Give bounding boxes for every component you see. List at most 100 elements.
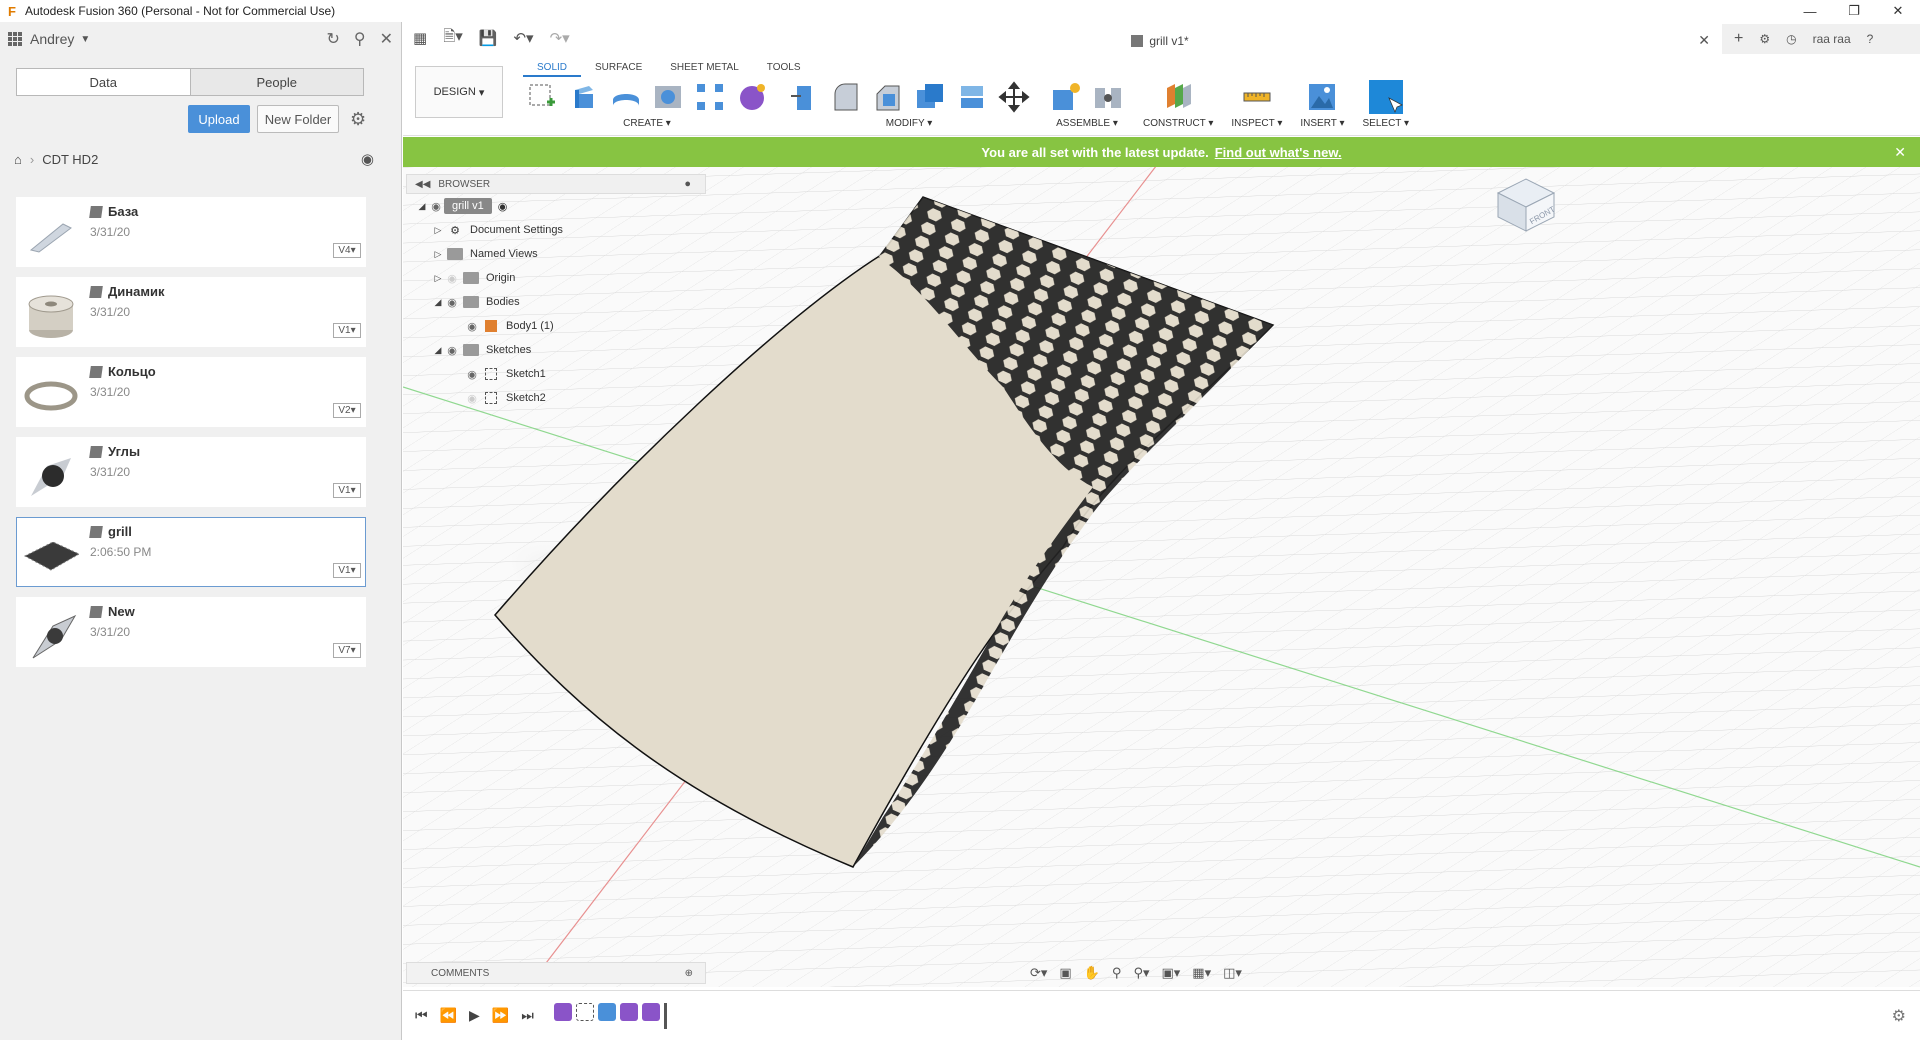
- refresh-icon[interactable]: ↻: [326, 29, 339, 49]
- timeline-feature-form2-icon[interactable]: [619, 1002, 638, 1021]
- tree-item-bodies[interactable]: ◢ ◉ Bodies: [406, 290, 706, 314]
- move-copy-icon[interactable]: [997, 80, 1031, 114]
- file-card-new[interactable]: New 3/31/20 V7 ▾: [16, 597, 366, 667]
- timeline-settings-icon[interactable]: ⚙: [1892, 1006, 1906, 1026]
- timeline-feature-sketch-icon[interactable]: [575, 1002, 594, 1021]
- step-back-icon[interactable]: ⏪: [440, 1007, 457, 1024]
- browser-options-icon[interactable]: ●: [684, 178, 691, 190]
- tree-item-document-settings[interactable]: ▷ ⚙ Document Settings: [406, 218, 706, 242]
- gear-icon[interactable]: ⚙: [350, 109, 366, 130]
- insert-menu[interactable]: INSERT ▾: [1300, 118, 1344, 129]
- visibility-eye-icon[interactable]: ◉: [464, 320, 480, 333]
- extrude-icon[interactable]: [567, 80, 601, 114]
- inspect-menu[interactable]: INSPECT ▾: [1231, 118, 1282, 129]
- version-dropdown[interactable]: V1 ▾: [333, 323, 361, 338]
- app-grid-icon[interactable]: [8, 32, 22, 46]
- assemble-menu[interactable]: ASSEMBLE ▾: [1056, 118, 1118, 129]
- select-menu[interactable]: SELECT ▾: [1363, 118, 1410, 129]
- look-at-icon[interactable]: ▣: [1059, 965, 1071, 981]
- go-to-end-icon[interactable]: ⏭: [521, 1007, 534, 1024]
- insert-canvas-icon[interactable]: [1305, 80, 1339, 114]
- visibility-eye-icon[interactable]: ◉: [464, 368, 480, 381]
- file-card-grill[interactable]: grill 2:06:50 PM V1 ▾: [16, 517, 366, 587]
- collapse-triangle-icon[interactable]: ◢: [432, 297, 444, 308]
- go-to-start-icon[interactable]: ⏮: [415, 1007, 428, 1024]
- modify-menu[interactable]: MODIFY ▾: [886, 118, 933, 129]
- play-icon[interactable]: ▶: [469, 1007, 480, 1024]
- job-status-icon[interactable]: ◷: [1786, 32, 1796, 46]
- expand-triangle-icon[interactable]: ▷: [432, 249, 444, 260]
- press-pull-icon[interactable]: [787, 80, 821, 114]
- redo-icon[interactable]: ↷▾: [550, 29, 570, 47]
- restore-button[interactable]: ❐: [1832, 0, 1876, 22]
- add-comment-icon[interactable]: ⊕: [685, 968, 693, 979]
- extensions-icon[interactable]: ⚙: [1759, 32, 1770, 46]
- close-panel-icon[interactable]: ✕: [380, 29, 393, 49]
- construct-menu[interactable]: CONSTRUCT ▾: [1143, 118, 1213, 129]
- offset-plane-icon[interactable]: [1161, 80, 1195, 114]
- combine-icon[interactable]: [955, 80, 989, 114]
- fillet-icon[interactable]: [829, 80, 863, 114]
- tree-item-sketches[interactable]: ◢ ◉ Sketches: [406, 338, 706, 362]
- pattern-icon[interactable]: [693, 80, 727, 114]
- expand-triangle-icon[interactable]: ▷: [432, 273, 444, 284]
- create-form-icon[interactable]: [735, 80, 769, 114]
- timeline-feature-extrude-icon[interactable]: [597, 1002, 616, 1021]
- create-menu[interactable]: CREATE ▾: [623, 118, 671, 129]
- timeline-feature-form-icon[interactable]: [553, 1002, 572, 1021]
- undo-icon[interactable]: ↶▾: [513, 29, 533, 47]
- breadcrumb-project[interactable]: CDT HD2: [42, 152, 98, 167]
- upload-button[interactable]: Upload: [188, 105, 250, 133]
- step-forward-icon[interactable]: ⏩: [492, 1007, 509, 1024]
- version-dropdown[interactable]: V7 ▾: [333, 643, 361, 658]
- timeline-marker-icon[interactable]: [663, 1002, 667, 1029]
- tab-data[interactable]: Data: [17, 69, 190, 95]
- document-tab[interactable]: grill v1* ✕: [600, 24, 1720, 58]
- workspace-switcher[interactable]: DESIGN ▾: [415, 66, 503, 118]
- file-card-koltso[interactable]: Кольцо 3/31/20 V2 ▾: [16, 357, 366, 427]
- search-icon[interactable]: ⚲: [354, 29, 366, 49]
- joint-icon[interactable]: [1091, 80, 1125, 114]
- new-component-icon[interactable]: [1049, 80, 1083, 114]
- new-tab-icon[interactable]: +: [1734, 30, 1743, 48]
- version-dropdown[interactable]: V2 ▾: [333, 403, 361, 418]
- file-card-ugly[interactable]: Углы 3/31/20 V1 ▾: [16, 437, 366, 507]
- visibility-eye-icon[interactable]: ◉: [444, 272, 460, 285]
- user-name[interactable]: Andrey: [30, 31, 74, 47]
- version-dropdown[interactable]: V4 ▾: [333, 243, 361, 258]
- revolve-icon[interactable]: [609, 80, 643, 114]
- tab-sheet-metal[interactable]: SHEET METAL: [656, 58, 753, 77]
- chamfer-icon[interactable]: [871, 80, 905, 114]
- globe-icon[interactable]: ◉: [361, 150, 374, 168]
- close-tab-icon[interactable]: ✕: [1698, 32, 1710, 49]
- user-account[interactable]: raa raa: [1813, 32, 1851, 46]
- data-panel-toggle-icon[interactable]: ▦: [413, 29, 427, 47]
- user-dropdown-icon[interactable]: ▼: [80, 34, 90, 45]
- close-window-button[interactable]: ✕: [1876, 0, 1920, 22]
- comments-bar[interactable]: COMMENTS ⊕: [406, 962, 706, 984]
- file-card-baza[interactable]: База 3/31/20 V4 ▾: [16, 197, 366, 267]
- tab-surface[interactable]: SURFACE: [581, 58, 656, 77]
- browser-header[interactable]: ◀◀ BROWSER ●: [406, 174, 706, 194]
- help-icon[interactable]: ?: [1867, 32, 1874, 46]
- collapse-triangle-icon[interactable]: ◢: [416, 201, 428, 212]
- visibility-eye-icon[interactable]: ◉: [444, 296, 460, 309]
- collapse-triangle-icon[interactable]: ◢: [432, 345, 444, 356]
- save-icon[interactable]: 💾: [479, 29, 498, 47]
- tab-solid[interactable]: SOLID: [523, 58, 582, 77]
- orbit-icon[interactable]: ⟳▾: [1030, 965, 1047, 981]
- tree-item-sketch2[interactable]: ◉ Sketch2: [406, 386, 706, 410]
- home-icon[interactable]: ⌂: [14, 152, 22, 167]
- visibility-eye-icon[interactable]: ◉: [464, 392, 480, 405]
- visibility-eye-icon[interactable]: ◉: [444, 344, 460, 357]
- file-menu-icon[interactable]: 🗎▾: [443, 26, 463, 51]
- collapse-browser-icon[interactable]: ◀◀: [415, 179, 430, 190]
- tree-item-body1[interactable]: ◉ Body1 (1): [406, 314, 706, 338]
- zoom-icon[interactable]: ⚲: [1112, 965, 1122, 981]
- tab-tools[interactable]: TOOLS: [753, 58, 815, 77]
- tab-people[interactable]: People: [189, 69, 363, 95]
- activate-radio-icon[interactable]: ◉: [498, 200, 508, 213]
- version-dropdown[interactable]: V1 ▾: [333, 483, 361, 498]
- grid-settings-icon[interactable]: ▦▾: [1192, 965, 1211, 981]
- minimize-button[interactable]: —: [1788, 0, 1832, 22]
